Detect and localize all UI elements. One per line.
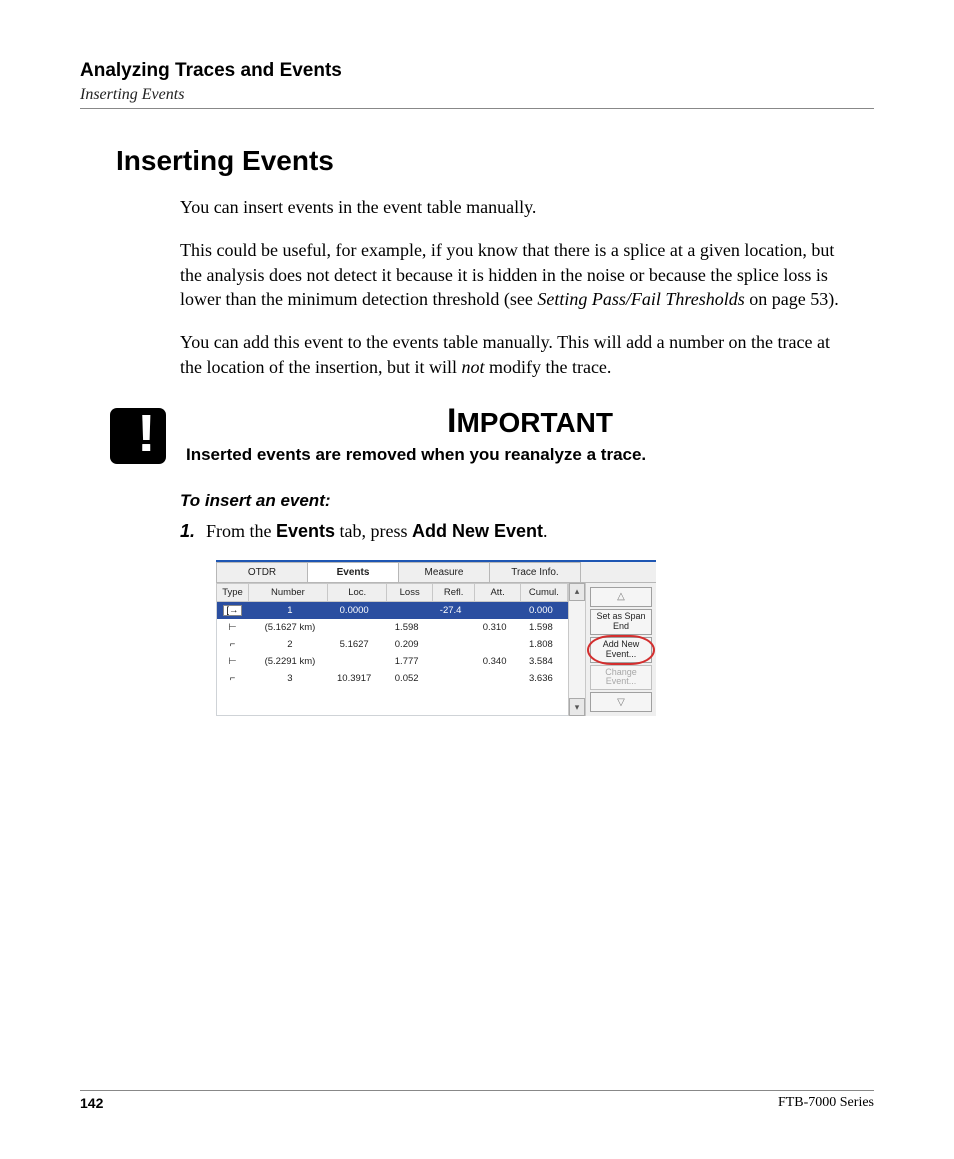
ui-tabstrip: OTDR Events Measure Trace Info. xyxy=(216,562,656,583)
cell-loc: 0.0000 xyxy=(327,601,387,619)
paragraph-2: This could be useful, for example, if yo… xyxy=(180,238,854,312)
event-type-icon: ⊢ xyxy=(217,619,249,636)
scroll-up-icon[interactable]: ▴ xyxy=(569,583,585,601)
nav-up-button[interactable] xyxy=(590,587,652,607)
table-row[interactable]: ⌐ 2 5.1627 0.209 1.808 xyxy=(217,636,568,653)
cell-loss: 0.209 xyxy=(387,636,432,653)
change-event-button: Change Event... xyxy=(590,665,652,691)
set-span-end-button[interactable]: Set as Span End xyxy=(590,609,652,635)
cell-refl xyxy=(432,670,475,687)
step-1-number: 1. xyxy=(180,521,206,542)
product-name: FTB-7000 Series xyxy=(778,1095,874,1111)
cell-loc xyxy=(327,653,387,670)
cell-cumul: 1.808 xyxy=(520,636,567,653)
step-1-text: From the Events tab, press Add New Event… xyxy=(206,521,548,542)
col-refl[interactable]: Refl. xyxy=(432,583,475,601)
scroll-down-icon[interactable]: ▾ xyxy=(569,698,585,716)
tab-otdr[interactable]: OTDR xyxy=(216,562,308,582)
step-1: 1. From the Events tab, press Add New Ev… xyxy=(180,521,854,542)
col-att[interactable]: Att. xyxy=(475,583,520,601)
header-rule xyxy=(80,108,874,109)
cell-number: 3 xyxy=(249,670,328,687)
side-button-panel: Set as Span End Add New Event... Change … xyxy=(586,583,656,716)
cell-loss: 0.052 xyxy=(387,670,432,687)
col-loc[interactable]: Loc. xyxy=(327,583,387,601)
event-type-icon: ⌐ xyxy=(217,636,249,653)
cell-att xyxy=(475,601,520,619)
cell-loc xyxy=(327,619,387,636)
cell-loss: 1.598 xyxy=(387,619,432,636)
col-cumul[interactable]: Cumul. xyxy=(520,583,567,601)
page-heading: Inserting Events xyxy=(116,145,874,177)
cell-att xyxy=(475,670,520,687)
paragraph-2b: on page 53). xyxy=(745,289,839,309)
cell-att xyxy=(475,636,520,653)
paragraph-3b: modify the trace. xyxy=(484,357,611,377)
ui-screenshot: OTDR Events Measure Trace Info. Type Num… xyxy=(216,560,656,716)
cell-number: (5.1627 km) xyxy=(249,619,328,636)
important-body: Inserted events are removed when you rea… xyxy=(186,445,874,465)
table-scrollbar[interactable]: ▴ ▾ xyxy=(569,583,586,716)
cell-cumul: 3.584 xyxy=(520,653,567,670)
paragraph-1: You can insert events in the event table… xyxy=(180,195,854,220)
footer-rule xyxy=(80,1090,874,1091)
paragraph-3-not: not xyxy=(461,357,484,377)
nav-down-button[interactable] xyxy=(590,692,652,712)
chapter-title: Analyzing Traces and Events xyxy=(80,60,874,82)
cell-cumul: 3.636 xyxy=(520,670,567,687)
cell-refl xyxy=(432,619,475,636)
cell-att: 0.340 xyxy=(475,653,520,670)
cell-refl xyxy=(432,636,475,653)
cell-cumul: 0.000 xyxy=(520,601,567,619)
col-number[interactable]: Number xyxy=(249,583,328,601)
table-row[interactable]: [→ 1 0.0000 -27.4 0.000 xyxy=(217,601,568,619)
cell-refl xyxy=(432,653,475,670)
important-title: IMPORTANT xyxy=(186,402,874,441)
table-row[interactable]: ⊢ (5.1627 km) 1.598 0.310 1.598 xyxy=(217,619,568,636)
event-type-icon: ⊢ xyxy=(217,653,249,670)
cell-number: 1 xyxy=(249,601,328,619)
col-type[interactable]: Type xyxy=(217,583,249,601)
cell-att: 0.310 xyxy=(475,619,520,636)
paragraph-3: You can add this event to the events tab… xyxy=(180,330,854,380)
section-subtitle: Inserting Events xyxy=(80,86,874,104)
col-loss[interactable]: Loss xyxy=(387,583,432,601)
event-type-icon: ⌐ xyxy=(217,670,249,687)
table-row[interactable]: ⌐ 3 10.3917 0.052 3.636 xyxy=(217,670,568,687)
paragraph-2-ref: Setting Pass/Fail Thresholds xyxy=(537,289,744,309)
tab-traceinfo[interactable]: Trace Info. xyxy=(489,562,581,582)
add-new-event-button[interactable]: Add New Event... xyxy=(590,637,652,663)
cell-refl: -27.4 xyxy=(432,601,475,619)
tab-measure[interactable]: Measure xyxy=(398,562,490,582)
cell-loss: 1.777 xyxy=(387,653,432,670)
events-table: Type Number Loc. Loss Refl. Att. Cumul. xyxy=(216,583,568,688)
procedure-title: To insert an event: xyxy=(180,491,854,511)
cell-number: (5.2291 km) xyxy=(249,653,328,670)
cell-loc: 10.3917 xyxy=(327,670,387,687)
cell-loc: 5.1627 xyxy=(327,636,387,653)
cell-cumul: 1.598 xyxy=(520,619,567,636)
cell-loss xyxy=(387,601,432,619)
event-type-icon: [→ xyxy=(223,605,241,617)
tab-events[interactable]: Events xyxy=(307,562,399,582)
cell-number: 2 xyxy=(249,636,328,653)
table-row[interactable]: ⊢ (5.2291 km) 1.777 0.340 3.584 xyxy=(217,653,568,670)
important-icon: !! xyxy=(110,408,166,464)
page-number: 142 xyxy=(80,1095,103,1111)
